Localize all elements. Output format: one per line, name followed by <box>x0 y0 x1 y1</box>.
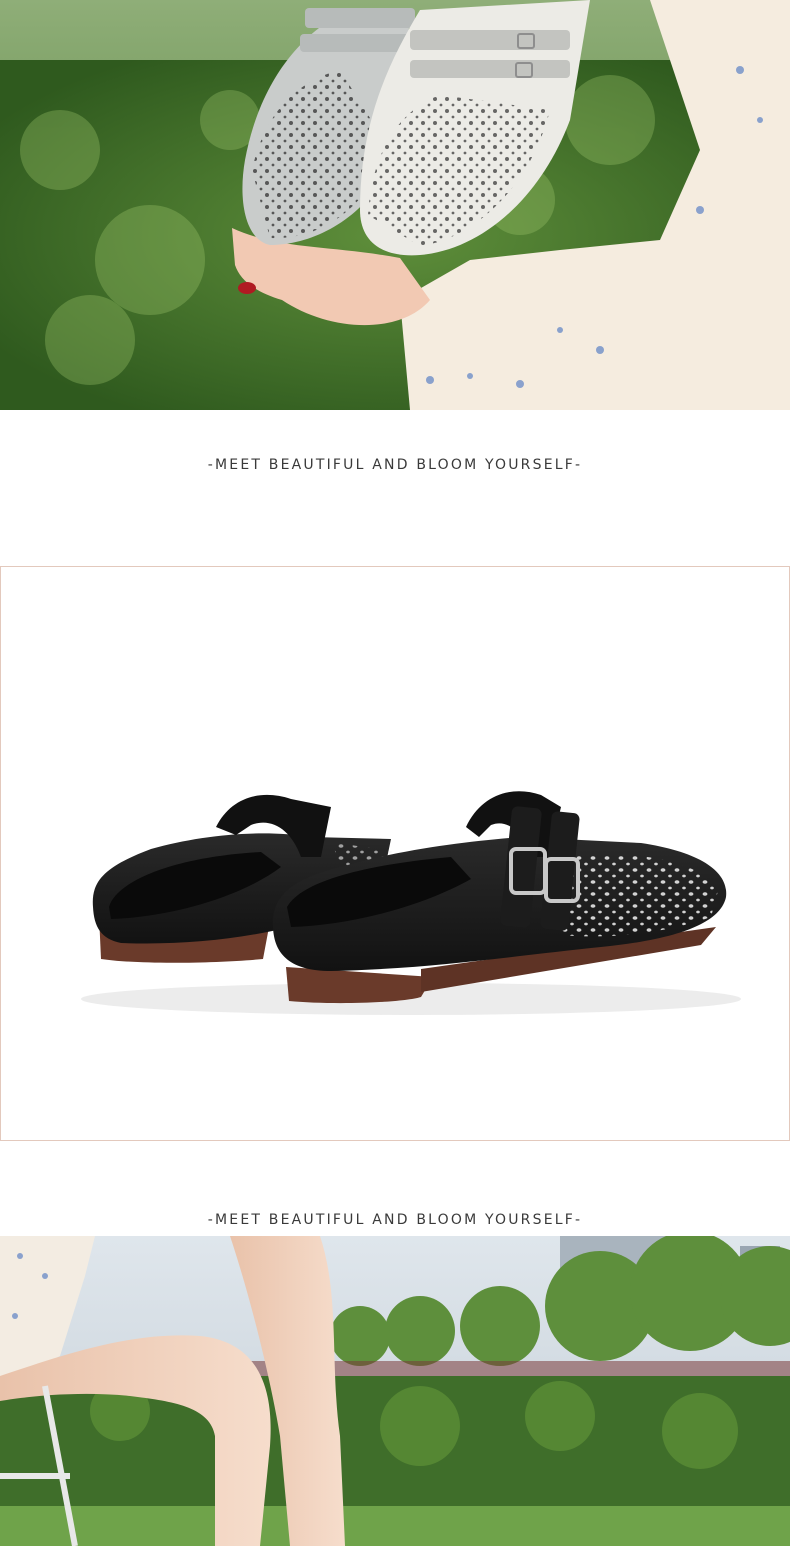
hero-photo-grey-shoes <box>0 0 790 410</box>
product-photo-frame <box>0 566 790 1141</box>
lifestyle-photo-legs <box>0 1236 790 1546</box>
product-photo-black-shoes <box>1 567 789 1140</box>
tagline-top: -MEET BEAUTIFUL AND BLOOM YOURSELF- <box>207 457 583 473</box>
tagline-bottom: -MEET BEAUTIFUL AND BLOOM YOURSELF- <box>207 1212 583 1228</box>
